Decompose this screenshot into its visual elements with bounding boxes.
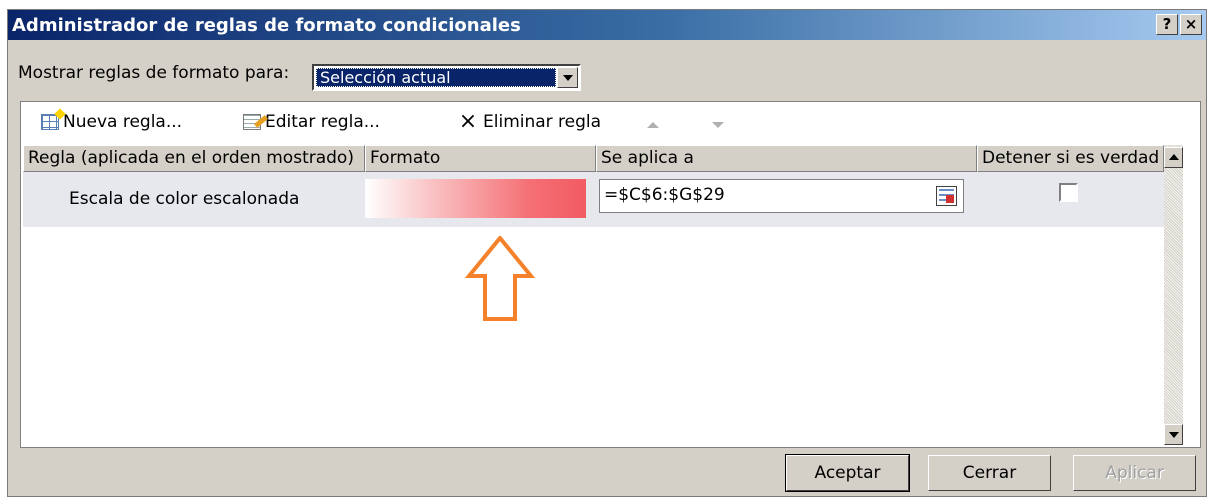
move-down-icon[interactable]	[712, 122, 724, 128]
title-bar: Administrador de reglas de formato condi…	[8, 10, 1206, 40]
delete-rule-button[interactable]: × Eliminar regla	[457, 109, 602, 134]
column-header-stop-if-true[interactable]: Detener si es verdad	[977, 145, 1164, 172]
rules-panel: Nueva regla... Editar regla... × Elimina…	[20, 101, 1201, 448]
stop-if-true-checkbox[interactable]	[1059, 183, 1078, 202]
ok-button[interactable]: Aceptar	[785, 454, 910, 492]
up-arrow-outline-icon	[465, 236, 535, 321]
close-window-button[interactable]: ×	[1180, 14, 1202, 35]
edit-rule-label: Editar regla...	[265, 112, 380, 132]
scroll-up-icon[interactable]	[1164, 147, 1183, 168]
rules-toolbar: Nueva regla... Editar regla... × Elimina…	[21, 102, 1200, 144]
show-rules-selected-value: Selección actual	[316, 68, 556, 87]
dialog-title: Administrador de reglas de formato condi…	[12, 15, 521, 36]
range-picker-icon[interactable]	[936, 186, 957, 206]
help-button[interactable]: ?	[1156, 14, 1178, 35]
show-rules-select[interactable]: Selección actual	[312, 64, 581, 91]
apply-button[interactable]: Aplicar	[1073, 455, 1196, 491]
new-rule-icon	[41, 114, 59, 130]
applies-to-input[interactable]: =$C$6:$G$29	[599, 179, 964, 213]
column-header-rule[interactable]: Regla (aplicada en el orden mostrado)	[23, 145, 365, 172]
new-rule-label: Nueva regla...	[63, 112, 183, 132]
delete-rule-label: Eliminar regla	[483, 112, 602, 132]
edit-rule-button[interactable]: Editar regla...	[243, 112, 380, 132]
applies-to-value: =$C$6:$G$29	[604, 185, 725, 205]
chevron-down-icon[interactable]	[557, 67, 578, 88]
column-header-format[interactable]: Formato	[365, 145, 596, 172]
vertical-scrollbar[interactable]	[1164, 145, 1183, 445]
table-row[interactable]: Escala de color escalonada =$C$6:$G$29	[23, 172, 1183, 227]
rules-grid: Regla (aplicada en el orden mostrado) Fo…	[23, 145, 1183, 445]
scroll-down-icon[interactable]	[1164, 424, 1183, 445]
conditional-format-dialog: Administrador de reglas de formato condi…	[7, 9, 1207, 497]
rule-name: Escala de color escalonada	[69, 189, 300, 209]
format-preview	[365, 179, 586, 218]
edit-rule-icon	[243, 114, 261, 130]
move-up-icon[interactable]	[647, 122, 659, 128]
close-button[interactable]: Cerrar	[928, 455, 1051, 491]
new-rule-button[interactable]: Nueva regla...	[41, 112, 182, 132]
delete-x-icon: ×	[458, 109, 478, 134]
column-header-applies-to[interactable]: Se aplica a	[596, 145, 977, 172]
show-rules-label: Mostrar reglas de formato para:	[18, 63, 290, 83]
